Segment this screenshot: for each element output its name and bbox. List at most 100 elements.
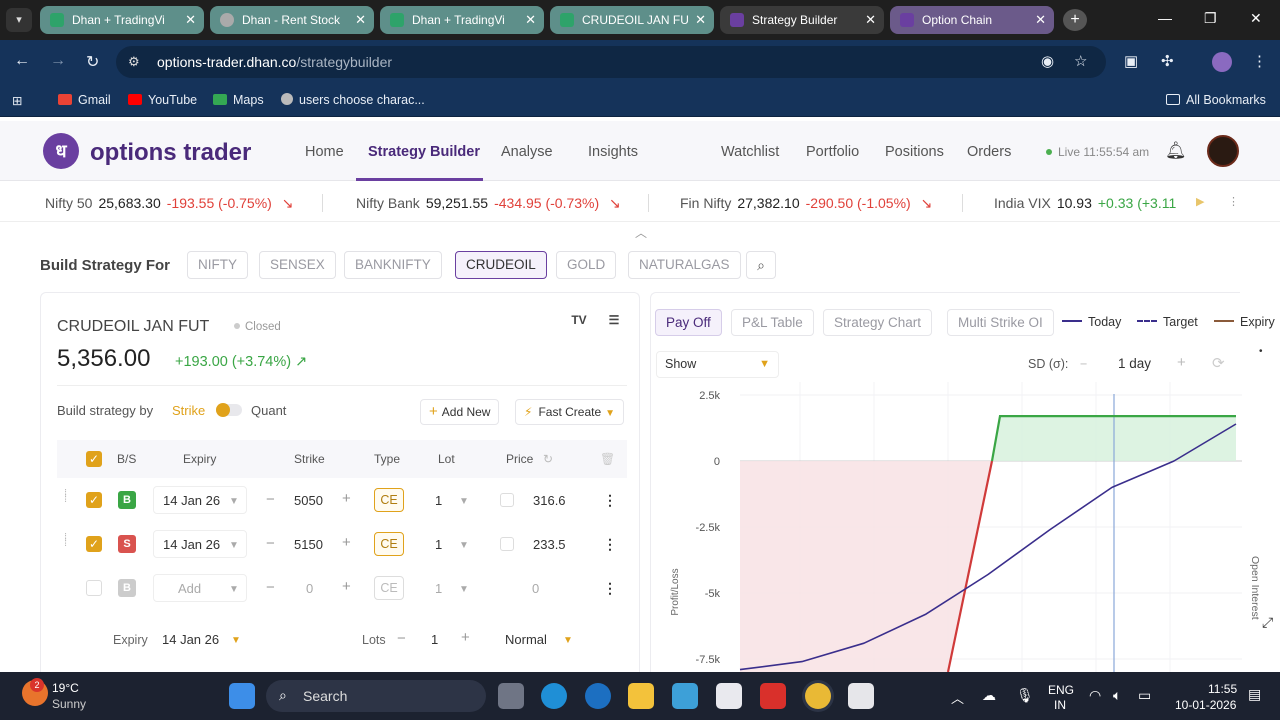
- ticker-item[interactable]: Nifty 50 25,683.30 -193.55 (-0.75%) ↘: [45, 195, 293, 212]
- footer-expiry-select[interactable]: 14 Jan 26: [162, 632, 219, 647]
- leg-checkbox[interactable]: ✓: [86, 492, 102, 508]
- browser-tab-active[interactable]: Strategy Builder ✕: [720, 6, 884, 34]
- leg-type-toggle[interactable]: CE: [374, 576, 404, 600]
- leg-lot[interactable]: 1: [435, 581, 442, 596]
- browser-tab[interactable]: Dhan + TradingVi ✕: [40, 6, 204, 34]
- leg-more-icon[interactable]: ⋮: [603, 492, 617, 509]
- tab-multi-strike-oi[interactable]: Multi Strike OI: [947, 309, 1054, 336]
- nav-orders[interactable]: Orders: [967, 144, 1011, 160]
- bookmark-youtube[interactable]: YouTube: [128, 93, 197, 107]
- eye-off-icon[interactable]: ◉: [1041, 52, 1054, 70]
- avatar[interactable]: [1207, 135, 1239, 167]
- leg-checkbox[interactable]: [86, 580, 102, 596]
- nav-strategy-builder[interactable]: Strategy Builder: [368, 144, 480, 160]
- nav-home[interactable]: Home: [305, 144, 344, 160]
- leg-side-badge[interactable]: B: [118, 579, 136, 597]
- reset-chart-icon[interactable]: ⟳: [1212, 354, 1225, 372]
- refresh-price-icon[interactable]: ↻: [543, 452, 553, 466]
- leg-lot[interactable]: 1: [435, 493, 442, 508]
- ticker-item[interactable]: Nifty Bank 59,251.55 -434.95 (-0.73%) ↘: [356, 195, 621, 212]
- instrument-chip-crudeoil[interactable]: CRUDEOIL: [455, 251, 547, 279]
- sd-plus-button[interactable]: +: [1177, 354, 1186, 371]
- leg-lot[interactable]: 1: [435, 537, 442, 552]
- bookmark-gmail[interactable]: Gmail: [58, 93, 111, 107]
- language-2[interactable]: IN: [1054, 698, 1066, 712]
- restore-icon[interactable]: ❐: [1204, 10, 1217, 27]
- add-new-button[interactable]: + Add New: [420, 399, 500, 425]
- tab-pay-off[interactable]: Pay Off: [655, 309, 722, 336]
- leg-price[interactable]: 233.5: [533, 537, 566, 552]
- hp-icon[interactable]: [585, 683, 611, 709]
- strike-minus-button[interactable]: −: [266, 579, 275, 596]
- copilot-icon[interactable]: [672, 683, 698, 709]
- tradingview-icon[interactable]: TV: [567, 313, 591, 333]
- tab-pl-table[interactable]: P&L Table: [731, 309, 814, 336]
- price-lock-checkbox[interactable]: [500, 493, 514, 507]
- drag-handle-icon[interactable]: ⁞ ⁞: [64, 489, 70, 505]
- browser-menu-icon[interactable]: ⋮: [1252, 52, 1267, 70]
- leg-more-icon[interactable]: ⋮: [603, 580, 617, 597]
- all-bookmarks[interactable]: All Bookmarks: [1166, 93, 1266, 107]
- payoff-chart[interactable]: 2.5k 0 -2.5k -5k -7.5k Profit/Loss: [660, 382, 1246, 672]
- leg-more-icon[interactable]: ⋮: [603, 536, 617, 553]
- close-window-icon[interactable]: ✕: [1250, 10, 1262, 27]
- nav-watchlist[interactable]: Watchlist: [721, 144, 779, 160]
- leg-price[interactable]: 0: [532, 581, 539, 596]
- bookmark-users-choose[interactable]: users choose charac...: [281, 93, 425, 107]
- minimize-icon[interactable]: —: [1158, 10, 1172, 26]
- strike-plus-button[interactable]: +: [342, 578, 351, 595]
- nav-portfolio[interactable]: Portfolio: [806, 144, 859, 160]
- show-select[interactable]: Show ▼: [656, 351, 779, 378]
- select-all-checkbox[interactable]: ✓: [86, 451, 102, 467]
- edge-icon[interactable]: [541, 683, 567, 709]
- reload-icon[interactable]: ↻: [86, 52, 99, 72]
- clock-date[interactable]: 10-01-2026: [1175, 698, 1236, 712]
- bell-icon[interactable]: 🔔︎: [1165, 141, 1187, 161]
- browser-tab[interactable]: CRUDEOIL JAN FU ✕: [550, 6, 714, 34]
- strike-plus-button[interactable]: +: [342, 534, 351, 551]
- extension-media-icon[interactable]: ▣: [1124, 52, 1138, 70]
- file-explorer-icon[interactable]: [628, 683, 654, 709]
- ticker-next-icon[interactable]: ▶: [1196, 195, 1204, 208]
- tab-strategy-chart[interactable]: Strategy Chart: [823, 309, 933, 336]
- instrument-chip-naturalgas[interactable]: NATURALGAS: [628, 251, 741, 279]
- instrument-chip-nifty[interactable]: NIFTY: [187, 251, 248, 279]
- browser-tab[interactable]: Dhan + TradingVi ✕: [380, 6, 544, 34]
- forward-icon[interactable]: →: [50, 52, 66, 70]
- leg-price[interactable]: 316.6: [533, 493, 566, 508]
- footer-lots[interactable]: 1: [431, 632, 438, 647]
- instrument-chip-banknifty[interactable]: BANKNIFTY: [344, 251, 442, 279]
- bookmark-maps[interactable]: Maps: [213, 93, 264, 107]
- logo-icon[interactable]: ध: [43, 133, 79, 169]
- url-field[interactable]: ⚙ options-trader.dhan.co/strategybuilder…: [116, 46, 1106, 78]
- tab-search-icon[interactable]: ▾: [6, 8, 32, 32]
- notifications-icon[interactable]: ▤: [1248, 686, 1261, 703]
- more-dot-icon[interactable]: •: [1259, 346, 1263, 357]
- chrome-icon[interactable]: [805, 683, 831, 709]
- leg-strike[interactable]: 5150: [294, 537, 323, 552]
- mode-quant-label[interactable]: Quant: [251, 403, 286, 418]
- leg-checkbox[interactable]: ✓: [86, 536, 102, 552]
- ticker-item[interactable]: Fin Nifty 27,382.10 -290.50 (-1.05%) ↘: [680, 195, 932, 212]
- ticker-item[interactable]: India VIX 10.93 +0.33 (+3.11: [994, 195, 1176, 211]
- profile-icon[interactable]: [1212, 52, 1232, 72]
- open-interest-side-label[interactable]: Open Interest: [1247, 556, 1261, 646]
- mode-toggle[interactable]: [216, 403, 242, 417]
- new-tab-button[interactable]: +: [1063, 9, 1087, 31]
- drag-handle-icon[interactable]: ⁞ ⁞: [64, 533, 70, 549]
- leg-strike[interactable]: 5050: [294, 493, 323, 508]
- leg-side-badge[interactable]: B: [118, 491, 136, 509]
- leg-side-badge[interactable]: S: [118, 535, 136, 553]
- volume-icon[interactable]: 🔈︎: [1113, 687, 1121, 704]
- lots-plus-button[interactable]: +: [461, 629, 470, 646]
- close-tab-icon[interactable]: ✕: [525, 6, 536, 34]
- close-tab-icon[interactable]: ✕: [1035, 6, 1046, 34]
- apps-grid-icon[interactable]: ⊞: [12, 93, 22, 108]
- nav-insights[interactable]: Insights: [588, 144, 638, 160]
- battery-icon[interactable]: ▭: [1138, 687, 1151, 704]
- browser-tab[interactable]: Option Chain ✕: [890, 6, 1054, 34]
- close-tab-icon[interactable]: ✕: [695, 6, 706, 34]
- strike-minus-button[interactable]: −: [266, 535, 275, 552]
- show-hidden-icons-icon[interactable]: ︿: [951, 688, 964, 707]
- star-icon[interactable]: ☆: [1074, 52, 1087, 70]
